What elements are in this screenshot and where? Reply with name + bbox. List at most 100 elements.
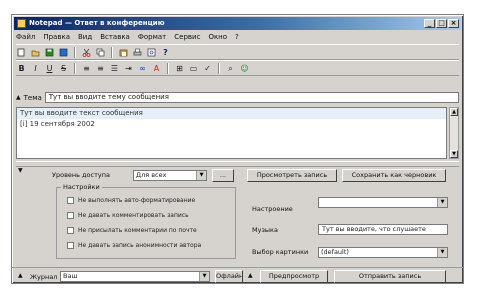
italic-icon[interactable]: I — [30, 63, 41, 74]
bold-icon[interactable]: B — [16, 63, 27, 74]
collapse-icon[interactable]: ▲ — [18, 272, 23, 279]
toolbar-separator — [111, 46, 113, 58]
topic-row: ▲ Тема Тут вы вводите тему сообщения — [16, 91, 459, 104]
offline-button[interactable]: Офлайн — [215, 270, 243, 283]
chevron-down-icon: ▼ — [437, 198, 447, 207]
splitter[interactable] — [16, 161, 459, 167]
chevron-down-icon: ▼ — [196, 171, 206, 180]
indent-icon[interactable]: ⇥ — [123, 63, 134, 74]
preview-button[interactable]: Предпросмотр — [260, 270, 328, 283]
access-value: Для всех — [136, 171, 167, 179]
send-entry-button[interactable]: Отправить запись — [334, 270, 446, 283]
collapse-options-icon[interactable]: ▼ — [18, 167, 23, 174]
expand-icon[interactable]: ▲ — [248, 272, 253, 279]
app-icon — [17, 19, 26, 28]
paste-icon[interactable] — [118, 47, 129, 58]
menu-view[interactable]: Вид — [78, 33, 92, 41]
topic-label: Тема — [23, 93, 42, 102]
minimize-button[interactable]: _ — [424, 19, 435, 28]
underline-icon[interactable]: U — [44, 63, 55, 74]
menu-help[interactable]: ? — [235, 33, 239, 41]
link-icon[interactable]: ∞ — [137, 63, 148, 74]
access-label: Уровень доступа — [52, 171, 110, 179]
window-controls: _ □ × — [424, 19, 459, 28]
checkbox-label: Не давать запись анонимности автора — [78, 242, 202, 249]
title-bar[interactable]: Notepad — Ответ в конференцию _ □ × — [14, 17, 461, 30]
menu-tools[interactable]: Сервис — [174, 33, 200, 41]
toolbar-separator — [74, 62, 76, 74]
new-icon[interactable] — [16, 47, 27, 58]
access-more-button[interactable]: ... — [212, 169, 234, 182]
help-icon[interactable]: ? — [160, 47, 171, 58]
editor-line: Тут вы вводите текст сообщения — [17, 108, 446, 119]
mood-select[interactable]: ▼ — [318, 197, 448, 208]
settings-group: Настройки Не выполнять авто-форматирован… — [56, 183, 236, 259]
maximize-button[interactable]: □ — [436, 19, 447, 28]
topic-input[interactable]: Тут вы вводите тему сообщения — [44, 92, 459, 103]
checkbox[interactable] — [67, 212, 74, 219]
close-button[interactable]: × — [448, 19, 459, 28]
editor-scrollbar[interactable]: ▲ ▼ — [449, 107, 459, 159]
music-label: Музыка — [252, 226, 278, 234]
access-select[interactable]: Для всех ▼ — [133, 170, 207, 181]
picture-label: Выбор картинки — [252, 248, 309, 256]
toolbar-separator — [167, 62, 169, 74]
print-icon[interactable] — [132, 47, 143, 58]
menu-edit[interactable]: Правка — [43, 33, 70, 41]
option-checkbox[interactable]: Не давать запись анонимности автора — [67, 241, 201, 250]
music-input[interactable]: Тут вы вводите, что слушаете — [318, 224, 448, 235]
save-icon[interactable] — [44, 47, 55, 58]
option-checkbox[interactable]: Не присылать комментарии по почте — [67, 226, 197, 235]
settings-title: Настройки — [61, 183, 102, 191]
strike-icon[interactable]: S — [58, 63, 69, 74]
mood-label: Настроение — [252, 205, 293, 213]
emoji-icon[interactable]: ☺ — [239, 63, 250, 74]
journal-select[interactable]: Ваш ▼ — [60, 271, 210, 282]
menu-file[interactable]: Файл — [16, 33, 35, 41]
editor-line: [i] 19 сентября 2002 — [20, 120, 95, 128]
checkbox-label: Не давать комментировать запись — [78, 212, 189, 219]
save-draft-button[interactable]: Сохранить как черновик — [342, 169, 446, 182]
picture-value: (default) — [321, 248, 349, 256]
list-icon[interactable]: ☰ — [109, 63, 120, 74]
preview-entry-button[interactable]: Просмотреть запись — [247, 169, 337, 182]
format-toolbar: B I U S ≡ ≡ ☰ ⇥ ∞ A ⊞ ▭ ✓ ⌕ ☺ — [16, 60, 459, 76]
journal-label: Журнал — [30, 273, 58, 281]
scroll-down-icon[interactable]: ▼ — [450, 150, 458, 158]
toolbar-separator — [218, 62, 220, 74]
app-window: Notepad — Ответ в конференцию _ □ × Файл… — [11, 14, 464, 284]
find-icon[interactable]: ⌕ — [225, 63, 236, 74]
align-left-icon[interactable]: ≡ — [81, 63, 92, 74]
journal-value: Ваш — [63, 272, 78, 280]
menu-insert[interactable]: Вставка — [100, 33, 130, 41]
option-checkbox[interactable]: Не давать комментировать запись — [67, 211, 189, 220]
menu-window[interactable]: Окно — [208, 33, 227, 41]
toolbar-separator — [74, 46, 76, 58]
spell-icon[interactable]: ✓ — [202, 63, 213, 74]
table-icon[interactable]: ⊞ — [174, 63, 185, 74]
checkbox[interactable] — [67, 242, 74, 249]
message-editor[interactable]: Тут вы вводите текст сообщения [i] 19 се… — [16, 107, 447, 159]
standard-toolbar: ? — [16, 44, 459, 60]
chevron-down-icon: ▼ — [199, 272, 209, 281]
option-checkbox[interactable]: Не выполнять авто-форматирование — [67, 196, 195, 205]
checkbox[interactable] — [67, 197, 74, 204]
collapse-icon[interactable]: ▲ — [16, 94, 21, 101]
insert-icon[interactable]: ▭ — [188, 63, 199, 74]
chevron-down-icon: ▼ — [437, 248, 447, 257]
checkbox-label: Не присылать комментарии по почте — [78, 227, 197, 234]
menu-bar: Файл Правка Вид Вставка Формат Сервис Ок… — [16, 32, 459, 42]
scroll-up-icon[interactable]: ▲ — [450, 108, 458, 116]
color-icon[interactable]: A — [151, 63, 162, 74]
align-center-icon[interactable]: ≡ — [95, 63, 106, 74]
open-icon[interactable] — [30, 47, 41, 58]
checkbox[interactable] — [67, 227, 74, 234]
save-as-icon[interactable] — [58, 47, 69, 58]
preview-icon[interactable] — [146, 47, 157, 58]
picture-select[interactable]: (default) ▼ — [318, 247, 448, 258]
window-title: Notepad — Ответ в конференцию — [29, 19, 165, 27]
menu-format[interactable]: Формат — [138, 33, 166, 41]
divider — [12, 267, 463, 269]
cut-icon[interactable] — [81, 47, 92, 58]
copy-icon[interactable] — [95, 47, 106, 58]
